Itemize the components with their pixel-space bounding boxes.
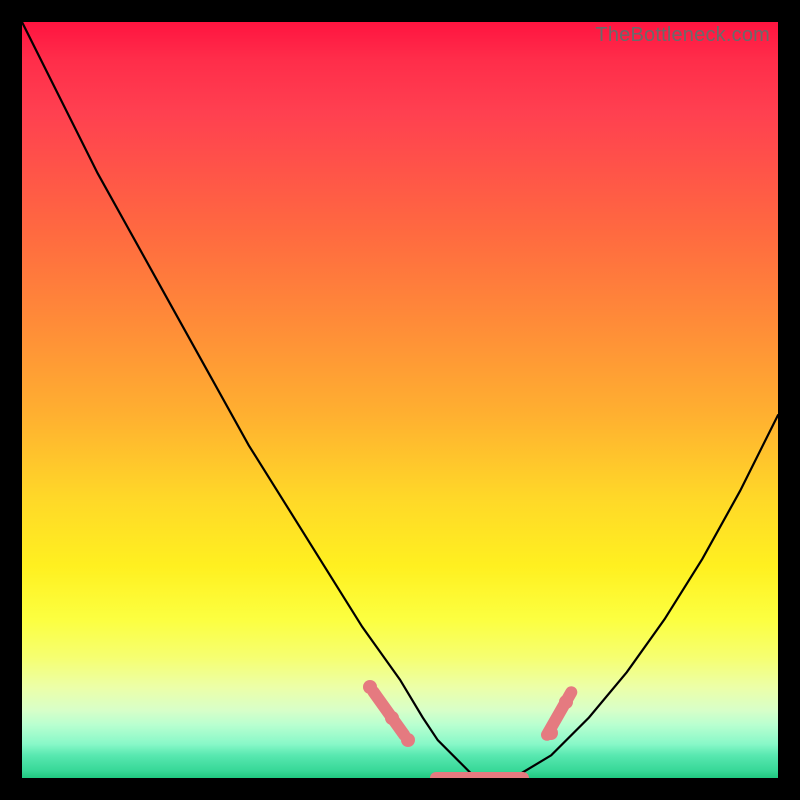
plot-area: TheBottleneck.com <box>22 22 778 778</box>
watermark-text: TheBottleneck.com <box>595 24 770 47</box>
highlight-flat-segment <box>430 772 528 778</box>
bottleneck-curve <box>22 22 778 778</box>
chart-frame: TheBottleneck.com <box>0 0 800 800</box>
